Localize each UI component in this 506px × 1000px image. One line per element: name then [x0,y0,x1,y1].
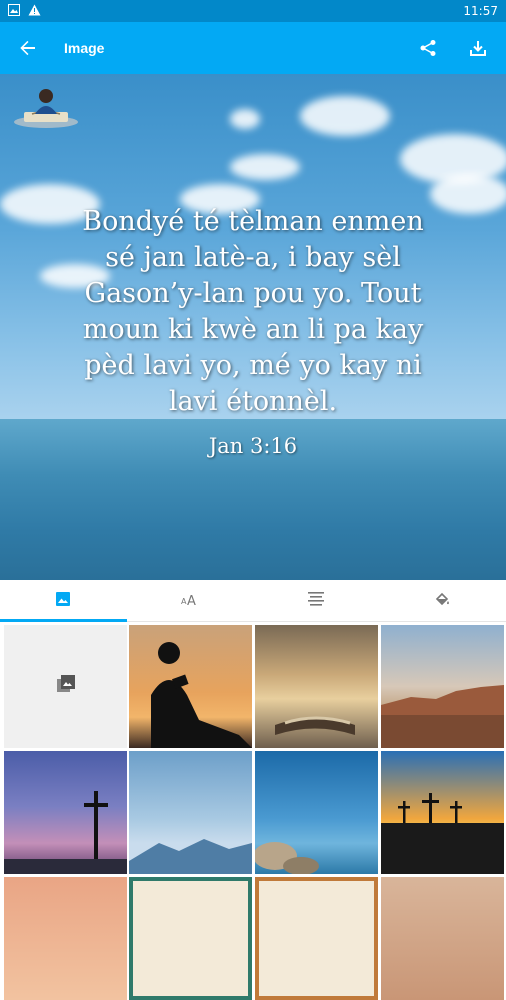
image-icon [55,591,71,610]
verse-text: Bondyé té tèlman enmen sé jan latè-a, i … [20,204,486,420]
verse-line: Bondyé té tèlman enmen [20,204,486,240]
tab-background[interactable] [0,580,127,621]
cloud [230,109,260,129]
app-bar: Image [0,22,506,74]
image-icon [8,4,20,19]
verse-line: moun ki kwè an li pa kay [20,312,486,348]
font-size-icon: AA [181,592,199,609]
download-icon[interactable] [466,36,490,60]
bg-boy-reading-sunset[interactable] [129,625,252,748]
verse-image-preview: Bondyé té tèlman enmen sé jan latè-a, i … [0,74,506,580]
bg-rocky-lake[interactable] [255,751,378,874]
warning-icon [28,4,41,19]
gallery-icon [57,675,75,698]
bg-sand-dune[interactable] [381,877,504,1000]
app-logo [10,84,82,130]
svg-text:A: A [187,594,196,606]
paint-bucket-icon [435,591,451,610]
bg-blue-mountains[interactable] [129,751,252,874]
tab-align[interactable] [253,580,380,621]
bg-pink-sky[interactable] [4,877,127,1000]
bg-ornate-frame-2[interactable] [255,877,378,1000]
share-icon[interactable] [416,36,440,60]
tab-color[interactable] [380,580,506,621]
text-align-icon [308,592,324,609]
cloud [230,154,300,180]
verse-reference: Jan 3:16 [0,434,506,458]
tab-font[interactable]: AA [127,580,254,621]
bg-open-bible-sunset[interactable] [255,625,378,748]
bg-canyon-dusk[interactable] [381,625,504,748]
editor-tab-bar: AA [0,580,506,622]
arrow-back-icon[interactable] [16,36,40,60]
verse-line: pèd lavi yo, mé yo kay ni [20,348,486,384]
bg-ornate-frame-1[interactable] [129,877,252,1000]
verse-line: Gason’y-lan pou yo. Tout [20,276,486,312]
bg-three-crosses-sunset[interactable] [381,751,504,874]
verse-line: sé jan latè-a, i bay sèl [20,240,486,276]
cloud [300,96,390,136]
bg-cross-purple-sky[interactable] [4,751,127,874]
page-title: Image [64,40,104,56]
status-bar: 11:57 [0,0,506,22]
background-grid [0,622,506,900]
status-time: 11:57 [463,4,498,18]
verse-line: lavi étonnèl. [20,384,486,420]
gallery-picker[interactable] [4,625,127,748]
